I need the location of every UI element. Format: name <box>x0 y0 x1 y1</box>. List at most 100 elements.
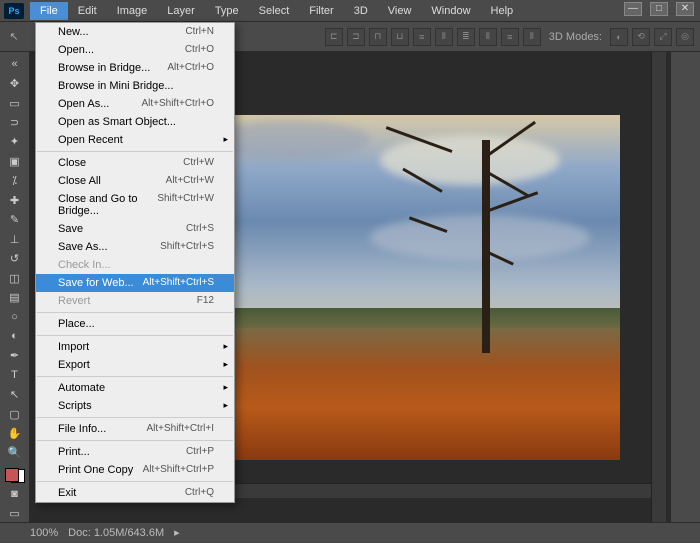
maximize-button[interactable]: □ <box>650 2 668 16</box>
zoom-level[interactable]: 100% <box>30 527 58 539</box>
type-tool[interactable]: T <box>4 367 26 383</box>
menu-item-label: Save <box>58 223 83 235</box>
menu-item-open-as[interactable]: Open As... Alt+Shift+Ctrl+O <box>36 95 234 113</box>
menu-file[interactable]: File <box>30 2 68 20</box>
menu-item-label: Browse in Bridge... <box>58 62 150 74</box>
close-button[interactable]: ✕ <box>676 2 694 16</box>
menu-item-exit[interactable]: ExitCtrl+Q <box>36 484 234 502</box>
rectangle-tool[interactable]: ▢ <box>4 406 26 422</box>
distribute-icon[interactable]: ⦀ <box>523 28 541 46</box>
menu-item-file-info[interactable]: File Info...Alt+Shift+Ctrl+I <box>36 420 234 438</box>
toolbox: « ✥ ▭ ⊃ ✦ ▣ ⁒ ✚ ✎ ⊥ ↺ ◫ ▤ ○ ◐ ✒ T ↖ ▢ ✋ 🔍 ◙ ▭ <box>0 52 30 522</box>
menu-window[interactable]: Window <box>421 2 480 20</box>
healing-tool[interactable]: ✚ <box>4 192 26 208</box>
menu-item-export[interactable]: Export <box>36 356 234 374</box>
menu-view[interactable]: View <box>378 2 422 20</box>
menu-item-save-as[interactable]: Save As...Shift+Ctrl+S <box>36 238 234 256</box>
menu-item-label: Scripts <box>58 400 92 412</box>
menu-3d[interactable]: 3D <box>344 2 378 20</box>
marquee-tool[interactable]: ▭ <box>4 95 26 111</box>
eraser-tool[interactable]: ◫ <box>4 270 26 286</box>
history-brush-tool[interactable]: ↺ <box>4 250 26 266</box>
move-tool[interactable]: ✥ <box>4 75 26 91</box>
distribute-icon[interactable]: ≡ <box>501 28 519 46</box>
menu-item-place[interactable]: Place... <box>36 315 234 333</box>
stamp-tool[interactable]: ⊥ <box>4 231 26 247</box>
menu-item-label: Close All <box>58 175 101 187</box>
distribute-icon[interactable]: ≡ <box>413 28 431 46</box>
align-icon[interactable]: ⊓ <box>369 28 387 46</box>
menu-item-import[interactable]: Import <box>36 338 234 356</box>
menu-item-label: Check In... <box>58 259 111 271</box>
gradient-tool[interactable]: ▤ <box>4 289 26 305</box>
shortcut: Alt+Shift+Ctrl+O <box>141 98 214 110</box>
crop-tool[interactable]: ▣ <box>4 153 26 169</box>
lasso-tool[interactable]: ⊃ <box>4 114 26 130</box>
menu-item-label: Open As... <box>58 98 109 110</box>
menu-item-label: Close <box>58 157 86 169</box>
distribute-icon[interactable]: ⦀ <box>479 28 497 46</box>
menu-item-close-and-go-to-bridge[interactable]: Close and Go to Bridge...Shift+Ctrl+W <box>36 190 234 220</box>
mode-icon[interactable]: ⤢ <box>654 28 672 46</box>
menu-item-automate[interactable]: Automate <box>36 379 234 397</box>
menu-item-browse-in-mini-bridge[interactable]: Browse in Mini Bridge... <box>36 77 234 95</box>
menu-separator <box>37 376 233 377</box>
menu-separator <box>37 151 233 152</box>
screenmode-icon[interactable]: ▭ <box>4 506 26 522</box>
menu-item-label: Print One Copy <box>58 464 133 476</box>
menu-layer[interactable]: Layer <box>157 2 205 20</box>
menu-help[interactable]: Help <box>481 2 524 20</box>
color-swatches[interactable] <box>5 468 25 483</box>
align-icon[interactable]: ⊏ <box>325 28 343 46</box>
menu-item-scripts[interactable]: Scripts <box>36 397 234 415</box>
app-logo: Ps <box>4 3 24 19</box>
align-icon[interactable]: ⊔ <box>391 28 409 46</box>
menu-item-print[interactable]: Print...Ctrl+P <box>36 443 234 461</box>
menu-item-label: Open Recent <box>58 134 123 146</box>
menu-item-save[interactable]: SaveCtrl+S <box>36 220 234 238</box>
cursor-icon: ↖ <box>6 29 22 45</box>
mode-icon[interactable]: ⟲ <box>632 28 650 46</box>
brush-tool[interactable]: ✎ <box>4 212 26 228</box>
blur-tool[interactable]: ○ <box>4 309 26 325</box>
shortcut: F12 <box>197 295 214 307</box>
hand-tool[interactable]: ✋ <box>4 425 26 441</box>
magic-wand-tool[interactable]: ✦ <box>4 134 26 150</box>
file-menu-dropdown: New...Ctrl+NOpen...Ctrl+OBrowse in Bridg… <box>35 22 235 503</box>
menu-item-open-recent[interactable]: Open Recent <box>36 131 234 149</box>
distribute-icon[interactable]: ≣ <box>457 28 475 46</box>
panels-collapsed[interactable] <box>670 52 700 522</box>
shortcut: Ctrl+O <box>185 44 214 56</box>
quickmask-icon[interactable]: ◙ <box>4 486 26 502</box>
canvas-content <box>482 140 490 354</box>
menu-item-close-all[interactable]: Close AllAlt+Ctrl+W <box>36 172 234 190</box>
dodge-tool[interactable]: ◐ <box>4 328 26 344</box>
mode-icon[interactable]: ◐ <box>610 28 628 46</box>
collapse-icon[interactable]: « <box>4 56 26 72</box>
menu-edit[interactable]: Edit <box>68 2 107 20</box>
mode-icon[interactable]: ◎ <box>676 28 694 46</box>
chevron-right-icon[interactable]: ▸ <box>174 526 180 539</box>
distribute-icon[interactable]: ⦀ <box>435 28 453 46</box>
menu-item-save-for-web[interactable]: Save for Web...Alt+Shift+Ctrl+S <box>36 274 234 292</box>
menu-separator <box>37 481 233 482</box>
menu-item-print-one-copy[interactable]: Print One CopyAlt+Shift+Ctrl+P <box>36 461 234 479</box>
menu-select[interactable]: Select <box>249 2 300 20</box>
eyedropper-tool[interactable]: ⁒ <box>4 173 26 189</box>
menu-item-close[interactable]: CloseCtrl+W <box>36 154 234 172</box>
menu-image[interactable]: Image <box>107 2 158 20</box>
menu-item-label: Import <box>58 341 89 353</box>
menu-type[interactable]: Type <box>205 2 249 20</box>
menu-item-label: Print... <box>58 446 90 458</box>
menu-item-label: File Info... <box>58 423 106 435</box>
pen-tool[interactable]: ✒ <box>4 348 26 364</box>
menu-item-new[interactable]: New...Ctrl+N <box>36 23 234 41</box>
menu-item-browse-in-bridge[interactable]: Browse in Bridge...Alt+Ctrl+O <box>36 59 234 77</box>
menu-filter[interactable]: Filter <box>299 2 343 20</box>
zoom-tool[interactable]: 🔍 <box>4 445 26 461</box>
menu-item-open[interactable]: Open...Ctrl+O <box>36 41 234 59</box>
menu-item-open-as-smart-object[interactable]: Open as Smart Object... <box>36 113 234 131</box>
minimize-button[interactable]: — <box>624 2 642 16</box>
align-icon[interactable]: ⊐ <box>347 28 365 46</box>
path-select-tool[interactable]: ↖ <box>4 386 26 402</box>
